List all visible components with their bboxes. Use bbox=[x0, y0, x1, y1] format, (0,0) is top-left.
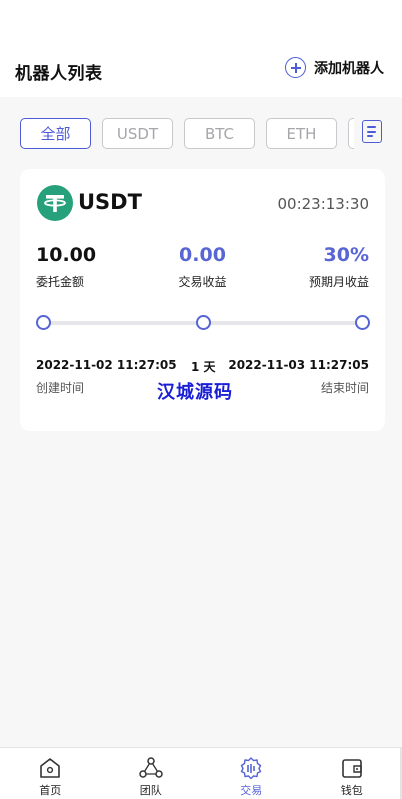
profit-label: 交易收益 bbox=[178, 275, 227, 289]
page-title: 机器人列表 bbox=[15, 64, 103, 84]
nav-item-home[interactable]: 首页 bbox=[0, 748, 101, 799]
plus-circle-icon bbox=[285, 57, 306, 78]
bottom-nav: 首页 团队 交易 钱包 bbox=[0, 747, 402, 799]
home-icon bbox=[40, 758, 61, 778]
amount-stat: 10.00 委托金额 bbox=[36, 244, 96, 290]
add-robot-button[interactable]: 添加机器人 bbox=[285, 57, 384, 78]
end-time-label: 结束时间 bbox=[320, 381, 369, 395]
coin-name: USDT bbox=[78, 190, 142, 214]
expected-return-value: 30% bbox=[323, 244, 369, 266]
profit-value: 0.00 bbox=[179, 244, 226, 266]
filter-tab-all[interactable]: 全部 bbox=[20, 118, 91, 149]
progress-mid-dot bbox=[196, 315, 211, 330]
wallet-icon bbox=[341, 759, 362, 778]
robot-card[interactable]: USDT 00:23:13:30 10.00 委托金额 0.00 交易收益 30… bbox=[20, 169, 385, 431]
coin-filter-bar: 全部 USDT BTC ETH bbox=[20, 118, 354, 150]
filter-tab-btc[interactable]: BTC bbox=[184, 118, 255, 149]
list-menu-icon[interactable] bbox=[362, 120, 382, 143]
start-time-label: 创建时间 bbox=[36, 381, 85, 395]
progress-start-dot bbox=[36, 315, 51, 330]
expected-return-stat: 30% 预期月收益 bbox=[309, 244, 369, 290]
nav-item-wallet[interactable]: 钱包 bbox=[302, 748, 402, 799]
filter-tab-eth[interactable]: ETH bbox=[266, 118, 337, 149]
team-icon bbox=[139, 757, 163, 778]
runtime-counter: 00:23:13:30 bbox=[277, 195, 369, 213]
progress-end-dot bbox=[355, 315, 370, 330]
filter-tab-more[interactable] bbox=[348, 118, 354, 149]
watermark-text: 汉城源码 bbox=[157, 382, 233, 403]
duration: 1 天 bbox=[191, 360, 216, 374]
amount-label: 委托金额 bbox=[36, 275, 85, 289]
profit-stat: 0.00 交易收益 bbox=[160, 244, 245, 290]
trade-gear-icon bbox=[241, 757, 262, 780]
nav-label-wallet: 钱包 bbox=[340, 784, 363, 797]
nav-label-team: 团队 bbox=[139, 784, 162, 797]
amount-value: 10.00 bbox=[36, 244, 97, 266]
nav-item-trade[interactable]: 交易 bbox=[201, 748, 302, 799]
tether-icon bbox=[37, 185, 73, 221]
nav-label-home: 首页 bbox=[39, 784, 62, 797]
expected-return-label: 预期月收益 bbox=[308, 275, 369, 289]
filter-tab-usdt[interactable]: USDT bbox=[102, 118, 173, 149]
nav-label-trade: 交易 bbox=[240, 784, 263, 797]
start-time: 2022-11-02 11:27:05 bbox=[36, 358, 177, 372]
end-time: 2022-11-03 11:27:05 bbox=[228, 358, 369, 372]
add-robot-label: 添加机器人 bbox=[314, 60, 384, 77]
nav-item-team[interactable]: 团队 bbox=[101, 748, 202, 799]
